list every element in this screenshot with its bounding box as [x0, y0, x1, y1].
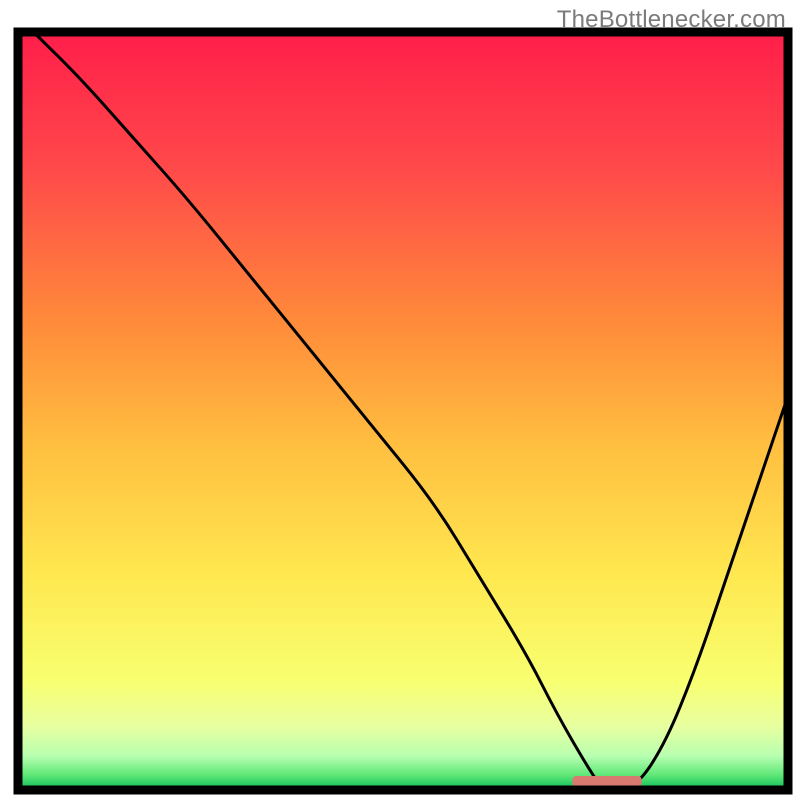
gradient-background	[22, 36, 784, 786]
optimal-range-marker	[572, 776, 641, 787]
bottleneck-chart	[0, 0, 800, 800]
